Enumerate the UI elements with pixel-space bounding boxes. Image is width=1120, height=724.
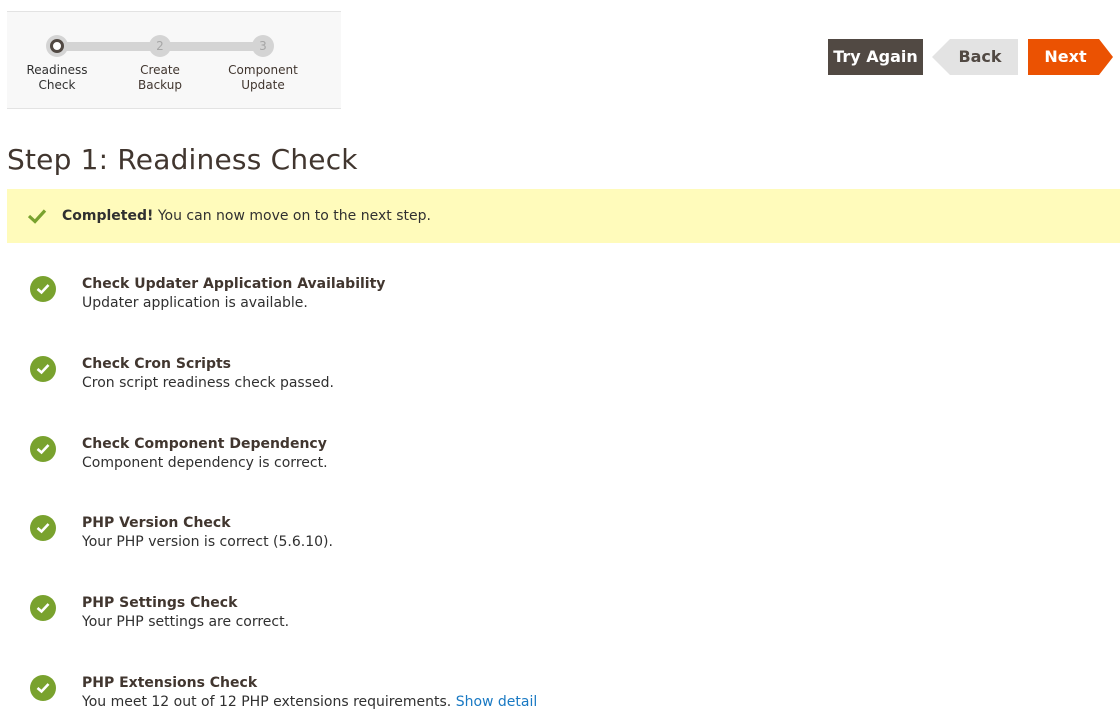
message-body: You can now move on to the next step. <box>153 208 431 224</box>
check-item: Check Component Dependency Component dep… <box>0 435 1120 485</box>
back-button[interactable]: Back <box>932 39 1018 75</box>
success-check-icon <box>30 675 56 701</box>
step-label: Component Update <box>228 63 298 92</box>
success-check-icon <box>30 276 56 302</box>
success-check-icon <box>30 515 56 541</box>
check-description: Component dependency is correct. <box>82 455 328 471</box>
check-name: Check Cron Scripts <box>82 356 231 372</box>
check-description: Updater application is available. <box>82 295 308 311</box>
message-strong: Completed! <box>62 208 154 224</box>
success-check-icon <box>30 356 56 382</box>
check-description: You meet 12 out of 12 PHP extensions req… <box>82 693 537 712</box>
check-name: PHP Version Check <box>82 515 231 531</box>
page-title: Step 1: Readiness Check <box>7 143 358 176</box>
step-label: Create Backup <box>138 63 182 92</box>
check-item: PHP Settings Check Your PHP settings are… <box>0 594 1120 644</box>
step-number-badge: 2 <box>149 35 171 57</box>
check-item: Check Updater Application Availability U… <box>0 275 1120 325</box>
message-text: Completed! You can now move on to the ne… <box>62 207 431 225</box>
show-detail-link[interactable]: Show detail <box>456 694 538 710</box>
try-again-button[interactable]: Try Again <box>828 39 923 75</box>
step-label: Readiness Check <box>26 63 88 92</box>
check-item: Check Cron Scripts Cron script readiness… <box>0 355 1120 405</box>
check-item: PHP Version Check Your PHP version is co… <box>0 514 1120 564</box>
success-check-icon <box>30 436 56 462</box>
check-name: PHP Extensions Check <box>82 675 258 691</box>
check-name: Check Component Dependency <box>82 436 327 452</box>
next-button[interactable]: Next <box>1028 39 1113 75</box>
success-check-icon <box>30 595 56 621</box>
check-description: Cron script readiness check passed. <box>82 375 334 391</box>
checkmark-icon <box>27 209 47 224</box>
check-name: Check Updater Application Availability <box>82 276 386 292</box>
progress-steps: Readiness Check 2 Create Backup 3 Compon… <box>7 11 341 109</box>
check-name: PHP Settings Check <box>82 595 238 611</box>
check-description-text: You meet 12 out of 12 PHP extensions req… <box>82 694 456 710</box>
success-message: Completed! You can now move on to the ne… <box>7 189 1120 243</box>
check-description: Your PHP version is correct (5.6.10). <box>82 534 333 550</box>
step-number-badge: 3 <box>252 35 274 57</box>
step-active-indicator-icon <box>46 35 68 57</box>
check-description: Your PHP settings are correct. <box>82 614 290 630</box>
